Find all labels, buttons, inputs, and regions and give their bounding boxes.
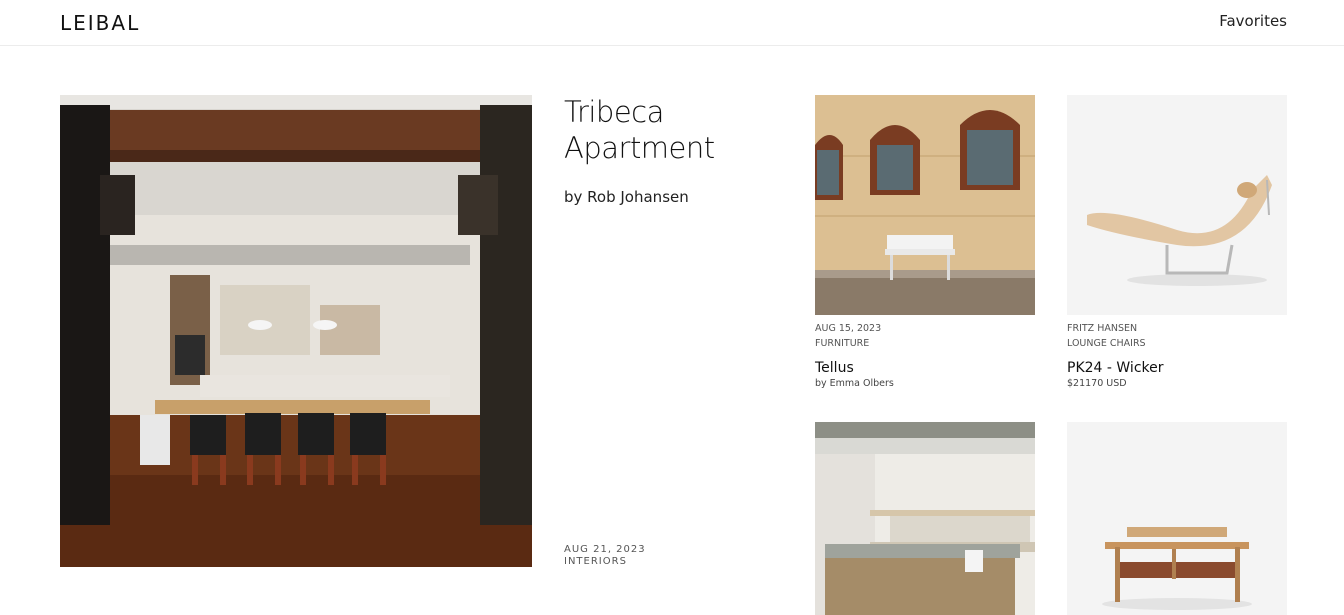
card-date: AUG 15, 2023 bbox=[815, 323, 882, 334]
site-logo[interactable]: LEIBAL bbox=[60, 11, 140, 35]
product-card[interactable] bbox=[1067, 422, 1287, 615]
feature-author: by Rob Johansen bbox=[564, 188, 689, 206]
card-title[interactable]: Tellus bbox=[815, 360, 1035, 376]
card-category[interactable]: LOUNGE CHAIRS bbox=[1067, 336, 1287, 351]
feature-category[interactable]: INTERIORS bbox=[564, 556, 646, 568]
card-price: $21170 USD bbox=[1067, 378, 1127, 389]
card-author: by Emma Olbers bbox=[815, 378, 894, 389]
card-image[interactable] bbox=[1067, 95, 1287, 315]
feature-title[interactable]: Tribeca Apartment bbox=[564, 94, 784, 166]
site-header: LEIBAL Favorites bbox=[0, 0, 1344, 46]
product-card[interactable] bbox=[815, 422, 1035, 615]
card-image[interactable] bbox=[815, 95, 1035, 315]
card-category[interactable]: FURNITURE bbox=[815, 336, 1035, 351]
product-card[interactable]: AUG 15, 2023 FURNITURE Tellus by Emma Ol… bbox=[815, 95, 1035, 389]
card-title[interactable]: PK24 - Wicker bbox=[1067, 360, 1287, 376]
card-image[interactable] bbox=[1067, 422, 1287, 615]
product-card[interactable]: FRITZ HANSEN LOUNGE CHAIRS PK24 - Wicker… bbox=[1067, 95, 1287, 389]
card-brand[interactable]: FRITZ HANSEN bbox=[1067, 321, 1287, 336]
feature-date: AUG 21, 2023 bbox=[564, 544, 646, 555]
feature-image[interactable] bbox=[60, 95, 532, 567]
card-image[interactable] bbox=[815, 422, 1035, 615]
feature-meta: AUG 21, 2023 INTERIORS bbox=[564, 544, 646, 568]
favorites-link[interactable]: Favorites bbox=[1219, 12, 1287, 30]
